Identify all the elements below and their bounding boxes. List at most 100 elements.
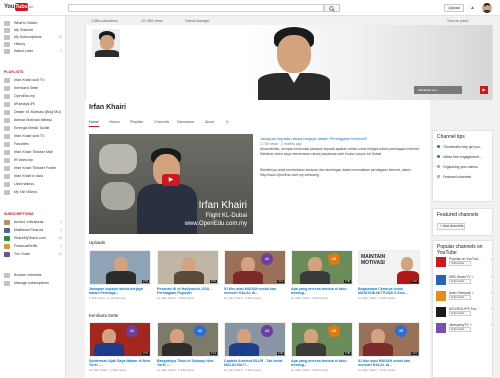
subscription-count: 1 bbox=[60, 228, 62, 232]
subscription-item[interactable]: Matthews Finanza 1 bbox=[0, 227, 66, 234]
playlist-label: Kembara Sette bbox=[14, 86, 38, 90]
channel-tip[interactable]: Organizing your videos bbox=[437, 165, 478, 169]
playlist-item[interactable]: Irfan Khairi Tiktoker Folder bbox=[0, 165, 66, 172]
browse-channels-label: Browse channels bbox=[14, 273, 42, 277]
search-button[interactable] bbox=[324, 4, 340, 12]
video-title[interactable]: Apa yang mereka berdua ni tahu tentang..… bbox=[291, 359, 353, 368]
video-thumbnail[interactable]: 3:01 bbox=[157, 250, 219, 285]
video-thumbnail[interactable]: #4 3:48 bbox=[291, 322, 353, 357]
guide-item-history[interactable]: History bbox=[0, 41, 66, 48]
close-icon[interactable]: × bbox=[490, 275, 492, 279]
kembara-heading[interactable]: Kembara Sette bbox=[89, 313, 118, 318]
add-channels-button[interactable]: + Add channels bbox=[437, 223, 465, 230]
manage-subscriptions-link[interactable]: Manage subscriptions bbox=[0, 280, 66, 287]
featured-video-title[interactable]: Jawapan kepada rahsia berjaya dalam Pern… bbox=[260, 136, 410, 141]
close-icon[interactable]: × bbox=[490, 323, 492, 327]
tab-channels[interactable]: Channels bbox=[154, 120, 169, 124]
channel-tip[interactable]: Thumbnails help get you... bbox=[437, 145, 483, 149]
tab-home[interactable]: Home bbox=[89, 120, 99, 127]
subscribe-button[interactable]: Subscribe bbox=[449, 279, 471, 284]
channel-tip[interactable]: Featured channels bbox=[437, 175, 471, 179]
popular-channel-item[interactable]: KBS World TV ✓ Subscribe × bbox=[436, 275, 492, 285]
video-title[interactable]: Pesanan IK di Hollywood, USA - Perniagaa… bbox=[157, 287, 219, 296]
playlist-item[interactable]: Dealer #1 Motivasi (Blog MU) bbox=[0, 109, 66, 116]
playlist-item[interactable]: Irfan Khairi Tiktoker Mall bbox=[0, 149, 66, 156]
tab-playlists[interactable]: Playlists bbox=[130, 120, 143, 124]
guide-item-what-to-watch[interactable]: What to Watch bbox=[0, 20, 66, 27]
video-thumbnail[interactable]: #2 2:12 bbox=[157, 322, 219, 357]
video-title[interactable]: 5J tikn atau MUDAH untuk kan mencari HAL… bbox=[358, 359, 420, 368]
video-thumbnail[interactable]: 2:54 bbox=[89, 250, 151, 285]
video-thumbnail[interactable]: #5 4:11 bbox=[358, 322, 420, 357]
guide-item-my-subscriptions[interactable]: My Subscriptions 19 bbox=[0, 34, 66, 41]
subscription-item[interactable]: FinancialSelfie 1 bbox=[0, 243, 66, 250]
video-overlay-name: Irfan Khairi bbox=[198, 200, 247, 211]
playlist-item[interactable]: OpenEdu.my bbox=[0, 93, 66, 100]
video-thumbnail[interactable]: #1 3:01 bbox=[89, 322, 151, 357]
subscribe-button[interactable]: Subscribe bbox=[449, 311, 471, 316]
featured-video-player[interactable]: ▶ Irfan Khairi Flight KL-Dubai www.OpenE… bbox=[89, 134, 253, 234]
search-icon[interactable]: ⚲ bbox=[226, 120, 229, 124]
playlist-item[interactable]: #Fansbyk iRi bbox=[0, 101, 66, 108]
playlist-item[interactable]: My Tail Videos bbox=[0, 189, 66, 196]
tab-discussion[interactable]: Discussion bbox=[177, 120, 194, 124]
playlist-icon bbox=[4, 126, 10, 131]
popular-channel-item[interactable]: Popular on YouTub... Subscribe × bbox=[436, 257, 492, 267]
video-thumbnail[interactable]: #3 4:09 bbox=[224, 322, 286, 357]
playlist-item[interactable]: Irfan Khairi sold TV bbox=[0, 77, 66, 84]
playlist-item[interactable]: Ahmad Motivasi Melayu bbox=[0, 117, 66, 124]
video-title[interactable]: Captain America BLUR - Tak kenal MALAYSI… bbox=[224, 359, 286, 368]
playlist-item[interactable]: Irfan Khairi sold TV bbox=[0, 133, 66, 140]
video-title[interactable]: Bagaimana Caranya untuk MAINTAIN MOTIVAS… bbox=[358, 287, 420, 296]
tab-videos[interactable]: Videos bbox=[109, 120, 120, 124]
video-title[interactable]: Jawapan kepada rahsia berjaya dalam Pern… bbox=[89, 287, 151, 296]
guide-item-count: 19 bbox=[58, 35, 62, 39]
video-thumbnail[interactable]: MAINTAIN MOTIVASI 4:20 bbox=[358, 250, 420, 285]
close-icon[interactable]: × bbox=[490, 257, 492, 261]
maintain-motivasi-logo: MAINTAIN MOTIVASI bbox=[361, 254, 386, 266]
upload-button[interactable]: Upload bbox=[444, 4, 464, 12]
video-manager-link[interactable]: Videos Manager bbox=[185, 19, 210, 23]
subscribe-button[interactable]: Subscribe bbox=[449, 327, 471, 332]
uploads-heading[interactable]: Uploads bbox=[89, 240, 105, 245]
channel-avatar[interactable] bbox=[91, 28, 121, 58]
banner-link[interactable]: irfankhairi.com bbox=[414, 86, 462, 94]
play-icon[interactable]: ▶ bbox=[162, 174, 180, 186]
browse-channels-link[interactable]: Browse channels bbox=[0, 272, 66, 279]
video-thumbnail[interactable]: #4 3:48 bbox=[291, 250, 353, 285]
video-title[interactable]: Apa yang mereka berdua ni tahu tentang..… bbox=[291, 287, 353, 296]
playlist-item[interactable]: IR.videoclip bbox=[0, 157, 66, 164]
popular-channel-item[interactable]: MOVIECLIPS Tra... Subscribe × bbox=[436, 307, 492, 317]
popular-channel-item[interactable]: Astro Gempak ✓ Subscribe × bbox=[436, 291, 492, 301]
video-title[interactable]: Banyaknya Tikus di Subway New York! -... bbox=[157, 359, 219, 368]
channel-tip[interactable]: Utilize free engagement... bbox=[437, 155, 482, 159]
manage-subscriptions-label: Manage subscriptions bbox=[14, 281, 49, 285]
playlist-item[interactable]: Emergia Media Toolkit bbox=[0, 125, 66, 132]
subscribe-button[interactable]: Subscribe bbox=[449, 295, 471, 300]
playlist-item[interactable]: Liked videos bbox=[0, 181, 66, 188]
view-as-public-link[interactable]: View as public bbox=[447, 19, 469, 23]
playlist-item[interactable]: Favorites bbox=[0, 141, 66, 148]
account-avatar[interactable] bbox=[482, 3, 492, 13]
search-input[interactable] bbox=[68, 4, 324, 12]
playlist-item[interactable]: Kembara Sette bbox=[0, 85, 66, 92]
subscription-item[interactable]: Tim Yoare 10 bbox=[0, 251, 66, 258]
popular-channel-item[interactable]: JimmyboyTV ✓ Subscribe × bbox=[436, 323, 492, 333]
close-icon[interactable]: × bbox=[490, 291, 492, 295]
video-duration: 2:12 bbox=[209, 351, 217, 355]
subscription-item[interactable]: Anohni’ edicaturas 1 bbox=[0, 219, 66, 226]
youtube-logo[interactable]: You Tube MY bbox=[4, 3, 34, 12]
video-title[interactable]: 5J tikn atau MUDAH untuk kan mencari HAL… bbox=[224, 287, 286, 296]
playlist-item[interactable]: Irfan Khairi in Asia bbox=[0, 173, 66, 180]
play-icon[interactable]: ▶ bbox=[480, 86, 488, 94]
tab-about[interactable]: About bbox=[205, 120, 214, 124]
video-thumbnail[interactable]: #1 4:11 bbox=[224, 250, 286, 285]
bell-icon[interactable]: ▲ bbox=[470, 5, 476, 11]
guide-item-watch-later[interactable]: Watch Later 2 bbox=[0, 48, 66, 55]
video-title[interactable]: Spiderman Ajak Saya Makan di New York! -… bbox=[89, 359, 151, 368]
close-icon[interactable]: × bbox=[490, 307, 492, 311]
subscription-item[interactable]: ShareMyTeach.com 16 bbox=[0, 235, 66, 242]
episode-badge: #1 bbox=[261, 253, 273, 265]
subscribe-button[interactable]: Subscribe bbox=[449, 261, 471, 266]
guide-item-my-channel[interactable]: My Channel bbox=[0, 27, 66, 34]
